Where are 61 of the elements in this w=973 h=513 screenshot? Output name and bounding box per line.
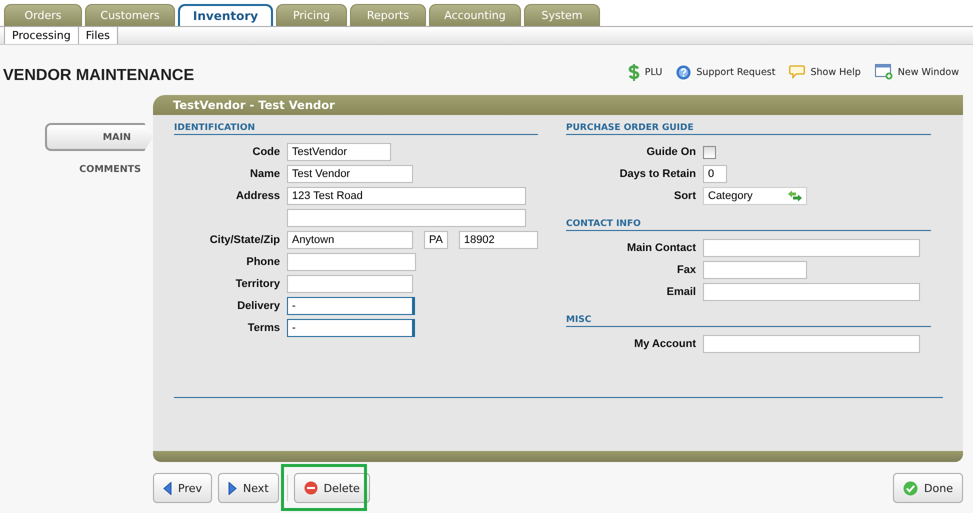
check-circle-icon xyxy=(903,480,918,496)
done-button[interactable]: Done xyxy=(893,473,963,503)
text-field[interactable]: 123 Test Road xyxy=(287,187,526,205)
side-tab[interactable]: MAIN xyxy=(45,123,153,151)
header-link[interactable]: Show Help xyxy=(789,65,861,79)
field-label: City/State/Zip xyxy=(210,234,280,246)
section-heading: IDENTIFICATION xyxy=(174,123,538,135)
section-heading: PURCHASE ORDER GUIDE xyxy=(566,123,931,135)
next-button[interactable]: Next xyxy=(218,473,279,503)
text-field[interactable] xyxy=(703,335,920,353)
header-link[interactable]: PLU xyxy=(628,64,662,80)
field-label: My Account xyxy=(634,338,696,350)
subnav-tab[interactable]: Files xyxy=(78,27,118,44)
speech-bubble-icon xyxy=(789,65,806,79)
field-label: Delivery xyxy=(237,300,280,312)
right-arrow-icon xyxy=(228,482,237,494)
text-field[interactable] xyxy=(703,239,920,257)
text-field[interactable] xyxy=(287,275,413,293)
swap-arrows-icon xyxy=(788,190,802,202)
checkbox[interactable] xyxy=(703,146,716,158)
side-tab[interactable]: COMMENTS xyxy=(45,155,153,183)
field-label: Code xyxy=(252,146,280,158)
dollar-icon xyxy=(628,64,640,80)
text-field[interactable]: TestVendor xyxy=(287,143,391,161)
text-field[interactable]: 18902 xyxy=(459,231,538,249)
text-field[interactable] xyxy=(703,261,807,279)
page-title: VENDOR MAINTENANCE xyxy=(3,67,194,85)
section-heading: MISC xyxy=(566,315,931,327)
left-arrow-icon xyxy=(163,482,172,494)
sort-select[interactable]: Category xyxy=(703,187,807,205)
field-label: Sort xyxy=(674,190,696,202)
field-label: Phone xyxy=(246,256,280,268)
text-field[interactable] xyxy=(287,209,526,227)
subnav-tab[interactable]: Processing xyxy=(4,27,79,44)
field-label: Fax xyxy=(677,264,696,276)
field-label: Guide On xyxy=(646,146,696,158)
panel-header: TestVendor - Test Vendor xyxy=(153,95,963,115)
help-icon xyxy=(676,64,692,80)
minus-circle-icon xyxy=(304,481,318,495)
window-icon xyxy=(874,64,893,80)
text-field[interactable]: Test Vendor xyxy=(287,165,413,183)
text-field[interactable]: Anytown xyxy=(287,231,413,249)
lookup-field[interactable]: - xyxy=(287,297,415,315)
field-label: Name xyxy=(250,168,280,180)
field-label: Address xyxy=(236,190,280,202)
field-label: Terms xyxy=(248,322,280,334)
field-label: Main Contact xyxy=(626,242,696,254)
text-field[interactable] xyxy=(287,253,416,271)
nav-tab[interactable]: Inventory xyxy=(178,4,273,26)
field-label: Days to Retain xyxy=(620,168,696,180)
text-field[interactable]: 0 xyxy=(703,165,727,183)
field-label: Email xyxy=(666,286,696,298)
section-heading: CONTACT INFO xyxy=(566,219,931,231)
text-field[interactable]: PA xyxy=(424,231,448,249)
text-field[interactable] xyxy=(703,283,920,301)
delete-button[interactable]: Delete xyxy=(294,473,370,503)
lookup-field[interactable]: - xyxy=(287,319,415,337)
header-link[interactable]: New Window xyxy=(874,64,959,80)
prev-button[interactable]: Prev xyxy=(153,473,212,503)
header-link[interactable]: Support Request xyxy=(676,64,776,80)
field-label: Territory xyxy=(236,278,280,290)
